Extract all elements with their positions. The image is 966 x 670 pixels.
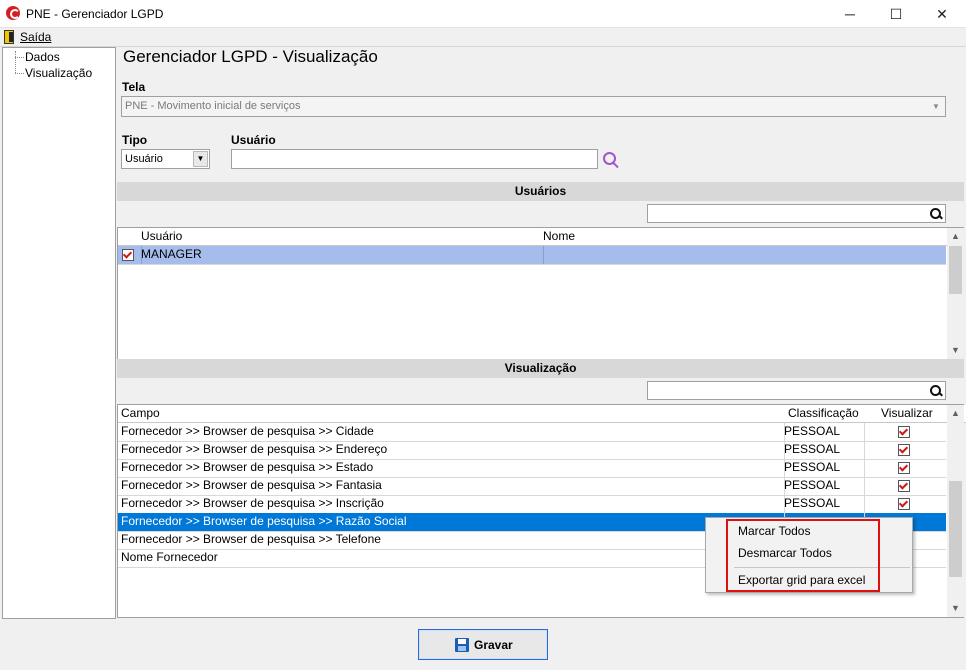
scroll-down-icon[interactable]: ▼ [947, 600, 964, 617]
table-row[interactable]: Fornecedor >> Browser de pesquisa >> Fan… [118, 477, 950, 496]
usuarios-section-header: Usuários [117, 182, 964, 201]
usuarios-filter-input[interactable] [647, 204, 946, 223]
scroll-down-icon[interactable]: ▼ [947, 342, 964, 359]
navigation-tree: Dados Visualização [2, 47, 116, 619]
tree-item-dados[interactable]: Dados [25, 50, 60, 64]
tipo-value: Usuário [125, 153, 163, 165]
chevron-down-icon[interactable]: ▼ [193, 151, 208, 167]
cell-classificacao: PESSOAL [781, 423, 865, 441]
usuario-input[interactable] [231, 149, 598, 169]
cell-campo: Fornecedor >> Browser de pesquisa >> Fan… [118, 477, 785, 495]
cell-visualizar[interactable] [861, 477, 950, 495]
checkbox-checked[interactable] [898, 462, 910, 474]
checkbox-checked[interactable] [898, 498, 910, 510]
table-row[interactable]: Fornecedor >> Browser de pesquisa >> Est… [118, 459, 950, 478]
gravar-label: Gravar [474, 638, 513, 652]
checkbox-checked[interactable] [898, 480, 910, 492]
minimize-button[interactable]: ─ [827, 0, 873, 28]
scrollbar-thumb[interactable] [949, 246, 962, 294]
tela-value: PNE - Movimento inicial de serviços [125, 100, 301, 112]
checkbox-checked[interactable] [122, 249, 134, 261]
table-row[interactable]: Fornecedor >> Browser de pesquisa >> Cid… [118, 423, 950, 442]
cell-campo: Fornecedor >> Browser de pesquisa >> Raz… [118, 513, 785, 531]
search-icon[interactable] [930, 208, 943, 220]
table-row[interactable]: Fornecedor >> Browser de pesquisa >> Ins… [118, 495, 950, 514]
highlight-box [726, 519, 880, 592]
close-button[interactable]: ✕ [919, 0, 965, 28]
table-row[interactable]: Fornecedor >> Browser de pesquisa >> End… [118, 441, 950, 460]
tree-item-visualizacao[interactable]: Visualização [25, 66, 92, 80]
page-title: Gerenciador LGPD - Visualização [123, 47, 378, 66]
visualizacao-filter-input[interactable] [647, 381, 946, 400]
usuario-label: Usuário [231, 133, 276, 147]
cell-campo: Fornecedor >> Browser de pesquisa >> End… [118, 441, 785, 459]
cell-visualizar[interactable] [861, 423, 950, 441]
cell-visualizar[interactable] [861, 495, 950, 513]
tipo-select[interactable]: Usuário ▼ [121, 149, 210, 169]
cell-campo: Fornecedor >> Browser de pesquisa >> Est… [118, 459, 785, 477]
menu-saida[interactable]: Saída [20, 30, 51, 44]
cell-campo: Fornecedor >> Browser de pesquisa >> Ins… [118, 495, 785, 513]
tela-select[interactable]: PNE - Movimento inicial de serviços ▼ [121, 96, 946, 117]
title-bar: PNE - Gerenciador LGPD ─ ☐ ✕ [0, 0, 966, 28]
cell-campo: Fornecedor >> Browser de pesquisa >> Tel… [118, 531, 785, 549]
cell-campo: Nome Fornecedor [118, 549, 785, 567]
app-g-icon [6, 6, 20, 20]
cell-classificacao: PESSOAL [781, 441, 865, 459]
chevron-down-icon[interactable]: ▼ [928, 98, 944, 115]
floppy-disk-icon [455, 638, 469, 652]
table-row[interactable]: MANAGER [118, 246, 950, 265]
column-header-classificacao[interactable]: Classificação [781, 405, 869, 423]
column-header-campo[interactable]: Campo [118, 405, 785, 423]
column-header-nome[interactable]: Nome [540, 228, 950, 246]
column-header-usuario[interactable]: Usuário [138, 228, 544, 246]
gravar-button[interactable]: Gravar [418, 629, 548, 660]
checkbox-checked[interactable] [898, 426, 910, 438]
cell-classificacao: PESSOAL [781, 477, 865, 495]
tela-label: Tela [122, 80, 146, 94]
usuarios-grid: Usuário Nome MANAGER ▲ ▼ [117, 227, 964, 360]
tree-connector [15, 73, 24, 74]
checkbox-checked[interactable] [898, 444, 910, 456]
search-icon[interactable] [930, 385, 943, 397]
cell-visualizar[interactable] [861, 459, 950, 477]
cell-classificacao: PESSOAL [781, 495, 865, 513]
scroll-up-icon[interactable]: ▲ [947, 405, 964, 422]
cell-visualizar[interactable] [861, 441, 950, 459]
maximize-button[interactable]: ☐ [873, 0, 919, 28]
scroll-up-icon[interactable]: ▲ [947, 228, 964, 245]
cell-nome [540, 246, 950, 264]
cell-usuario: MANAGER [138, 246, 544, 264]
cell-classificacao: PESSOAL [781, 459, 865, 477]
magnifier-icon[interactable] [602, 151, 620, 169]
window-title: PNE - Gerenciador LGPD [26, 7, 164, 21]
menu-bar: Saída [0, 28, 966, 47]
usuarios-scrollbar[interactable]: ▲ ▼ [947, 228, 964, 359]
cell-campo: Fornecedor >> Browser de pesquisa >> Cid… [118, 423, 785, 441]
visualizacao-section-header: Visualização [117, 359, 964, 378]
exit-door-icon [4, 30, 14, 44]
tipo-label: Tipo [122, 133, 148, 147]
visualizacao-scrollbar[interactable]: ▲ ▼ [947, 405, 964, 617]
scrollbar-thumb[interactable] [949, 481, 962, 577]
tree-connector [15, 57, 24, 58]
tree-connector [15, 51, 16, 73]
